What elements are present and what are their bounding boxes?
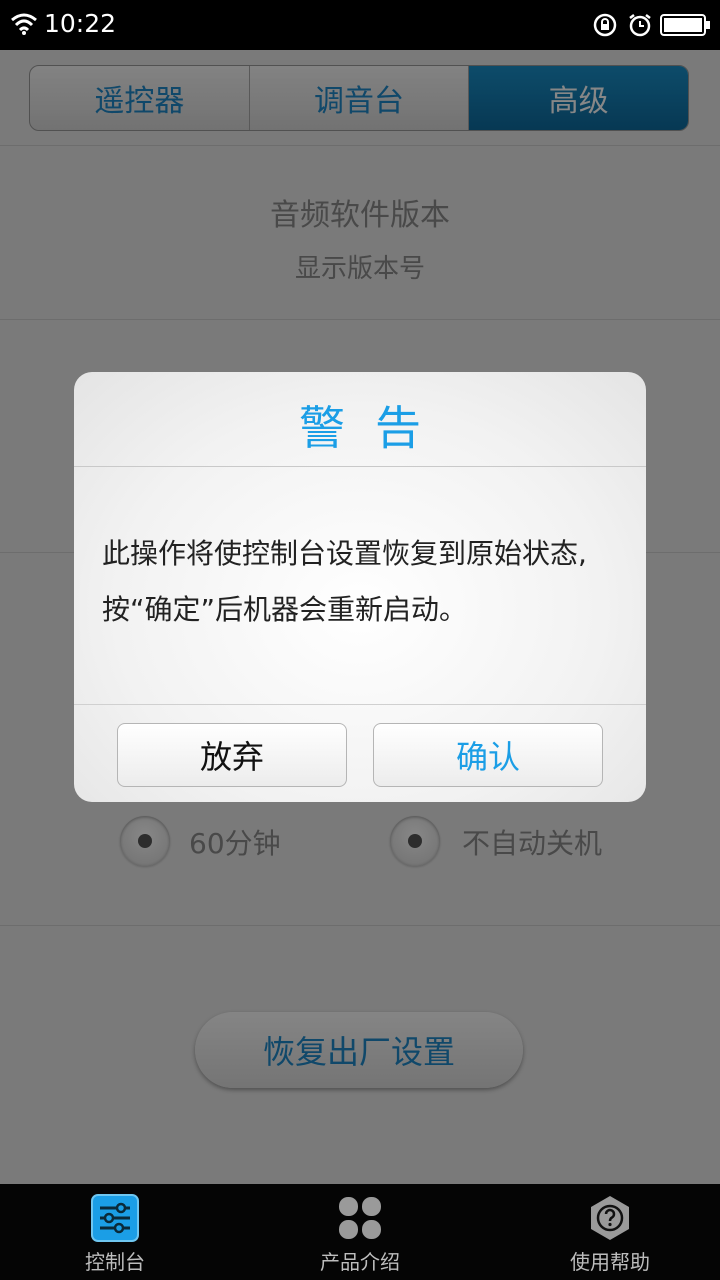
nav-item-products[interactable]: 产品介绍 xyxy=(300,1184,420,1280)
help-hexagon-icon xyxy=(591,1196,629,1240)
dialog-message-line2: 按“确定”后机器会重新启动。 xyxy=(102,593,468,626)
confirm-button[interactable]: 确认 xyxy=(373,723,603,787)
bottom-nav: 控制台 产品介绍 使用帮助 xyxy=(0,1184,720,1280)
nav-label-help: 使用帮助 xyxy=(570,1250,650,1274)
dialog-message: 此操作将使控制台设置恢复到原始状态, 按“确定”后机器会重新启动。 xyxy=(102,526,632,638)
sliders-icon xyxy=(91,1194,139,1242)
rotation-lock-icon xyxy=(593,13,617,37)
four-leaf-icon xyxy=(339,1197,381,1239)
battery-icon xyxy=(660,14,710,36)
nav-label-console: 控制台 xyxy=(85,1250,145,1274)
cancel-button[interactable]: 放弃 xyxy=(117,723,347,787)
alarm-icon xyxy=(629,14,651,37)
dialog-divider xyxy=(74,704,646,705)
dialog-title: 警告 xyxy=(299,401,451,455)
dialog-divider xyxy=(74,466,646,467)
wifi-icon xyxy=(11,13,37,35)
nav-label-products: 产品介绍 xyxy=(320,1250,400,1274)
dialog-message-line1: 此操作将使控制台设置恢复到原始状态, xyxy=(102,537,587,570)
status-bar: 10:22 xyxy=(0,0,720,50)
nav-item-console[interactable]: 控制台 xyxy=(55,1184,175,1280)
warning-dialog: 警告 此操作将使控制台设置恢复到原始状态, 按“确定”后机器会重新启动。 放弃 … xyxy=(74,372,646,802)
status-time: 10:22 xyxy=(44,9,117,38)
nav-item-help[interactable]: 使用帮助 xyxy=(550,1184,670,1280)
